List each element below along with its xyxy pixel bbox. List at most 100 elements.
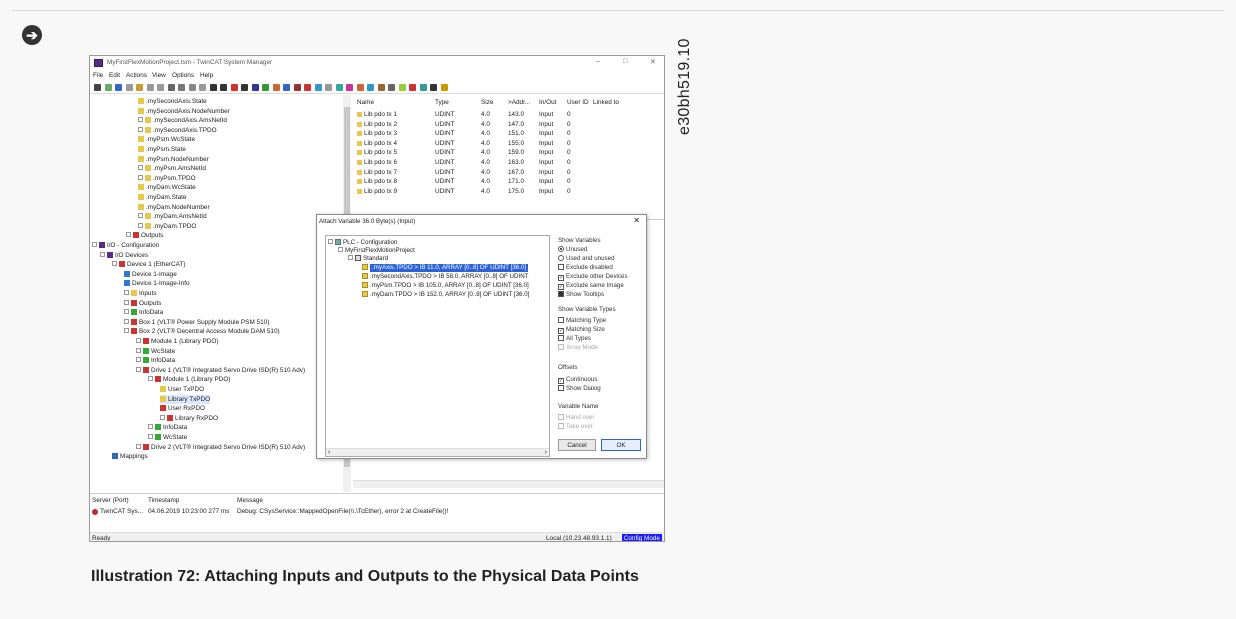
tree-item[interactable]: .myDam.NodeNumber <box>138 203 210 212</box>
checkbox-hand-over[interactable]: Hand over <box>558 414 595 422</box>
menu-file[interactable]: File <box>93 72 103 79</box>
tree-icon[interactable] <box>377 84 385 91</box>
ok-button[interactable]: OK <box>601 439 641 451</box>
new-icon[interactable] <box>94 84 101 91</box>
checkbox-icon[interactable] <box>558 344 564 350</box>
cut-icon[interactable] <box>157 84 164 91</box>
expand-icon[interactable] <box>136 347 141 353</box>
checkbox-icon[interactable] <box>558 423 564 429</box>
tree-node-mydam-tpdo[interactable]: .myDam.TPDO > IB 152.0, ARRAY [0..8] OF … <box>362 291 529 299</box>
expand-icon[interactable] <box>148 376 153 382</box>
tree-item[interactable]: I/O Devices <box>100 251 148 260</box>
expand-icon[interactable] <box>124 290 129 295</box>
grid-header[interactable]: In/Out <box>539 99 556 106</box>
checkbox-matching-type[interactable]: Matching Type <box>558 317 606 325</box>
mode-icon[interactable] <box>314 84 322 91</box>
plc-icon[interactable] <box>419 84 427 91</box>
expand-icon[interactable] <box>138 126 143 132</box>
menu-actions[interactable]: Actions <box>126 72 147 79</box>
grid-row[interactable]: Lib pdo tx 2 UDINT 4.0 147.0 Input 0 <box>353 120 664 129</box>
checkbox-continuous[interactable]: ✓ Continuous <box>558 376 597 384</box>
io-icon[interactable] <box>409 84 416 91</box>
log-icon[interactable] <box>325 84 332 91</box>
collapse-icon[interactable] <box>338 247 343 252</box>
expand-icon[interactable] <box>148 424 153 430</box>
checkmark-icon[interactable]: ✓ <box>558 378 564 384</box>
grid-header[interactable]: Type <box>435 99 449 106</box>
tree-node-myaxis-tpdo[interactable]: .myAxis.TPDO > IB 11.0, ARRAY [0..8] OF … <box>362 264 529 272</box>
grid-row[interactable]: Lib pdo tx 1 UDINT 4.0 143.0 Input 0 <box>353 110 664 119</box>
expand-icon[interactable] <box>136 443 141 449</box>
maximize-button[interactable]: □ <box>623 58 627 65</box>
grid-icon[interactable] <box>388 84 395 91</box>
expand-icon[interactable] <box>138 213 143 219</box>
tree-item[interactable]: Outputs <box>124 299 161 308</box>
reload-icon[interactable] <box>230 84 238 91</box>
grid-row[interactable]: Lib pdo tx 3 UDINT 4.0 151.0 Input 0 <box>353 129 664 138</box>
scroll-left-icon[interactable]: ‹ <box>328 449 330 456</box>
tree-item[interactable]: User TxPDO <box>160 385 204 394</box>
checkbox-take-over[interactable]: Take over <box>558 423 593 431</box>
menu-edit[interactable]: Edit <box>109 72 120 79</box>
check-icon[interactable] <box>251 84 259 91</box>
tree-item[interactable]: Library RxPDO <box>160 414 218 423</box>
print-icon[interactable] <box>136 84 143 91</box>
minimize-button[interactable]: – <box>596 58 600 65</box>
tree-item[interactable]: .myPsm.WcState <box>138 135 195 144</box>
grid-header[interactable]: User ID <box>567 99 589 106</box>
collapse-icon[interactable] <box>348 255 353 260</box>
expand-icon[interactable] <box>124 309 129 315</box>
expand-icon[interactable] <box>148 434 153 439</box>
activate-icon[interactable] <box>241 84 248 91</box>
tree-item[interactable]: Drive 2 (VLT® Integrated Servo Drive ISD… <box>136 443 305 452</box>
tree-item[interactable]: InfoData <box>148 423 187 432</box>
find-next-icon[interactable] <box>220 84 227 91</box>
scan-icon[interactable] <box>283 84 290 91</box>
grid-hscrollbar[interactable] <box>353 480 664 488</box>
open-icon[interactable] <box>104 84 112 91</box>
config-mode-badge[interactable]: Config Mode <box>621 534 662 541</box>
tree-item[interactable]: User RxPDO <box>160 404 205 413</box>
tree-item[interactable]: Drive 1 (VLT® Integrated Servo Drive ISD… <box>136 366 305 375</box>
radio-unused[interactable]: Unused <box>558 246 587 254</box>
dialog-close-button[interactable]: ✕ <box>633 216 640 225</box>
checkbox-filled-icon[interactable] <box>558 291 564 297</box>
settings-icon[interactable] <box>346 84 353 91</box>
help-icon[interactable] <box>440 84 448 91</box>
expand-icon[interactable] <box>138 174 143 180</box>
menu-help[interactable]: Help <box>200 72 213 79</box>
tree-item[interactable]: Mappings <box>112 452 148 461</box>
var-icon[interactable] <box>398 84 406 91</box>
build-icon[interactable] <box>262 84 269 91</box>
radio-icon[interactable] <box>558 255 564 261</box>
cancel-button[interactable]: Cancel <box>558 439 596 451</box>
grid-row[interactable]: Lib pdo tx 7 UDINT 4.0 167.0 Input 0 <box>353 168 664 177</box>
tree-item[interactable]: Device 1-Image-Info <box>124 279 190 288</box>
zoom-icon[interactable] <box>335 84 343 91</box>
watch-icon[interactable] <box>367 84 374 91</box>
tree-item[interactable]: WcState <box>136 347 175 356</box>
checkbox-show-tooltips[interactable]: Show Tooltips <box>558 291 604 299</box>
config-icon[interactable] <box>304 84 311 91</box>
checkbox-show-dialog[interactable]: Show Dialog <box>558 385 601 393</box>
find-icon[interactable] <box>209 84 217 91</box>
expand-icon[interactable] <box>92 242 97 247</box>
tree-item[interactable]: Module 1 (Library PDO) <box>148 375 230 384</box>
expand-icon[interactable] <box>138 165 143 171</box>
paste-icon[interactable] <box>178 84 185 91</box>
checkbox-exclude-disabled[interactable]: Exclude disabled <box>558 264 613 272</box>
tree-item[interactable]: .myDam.TPDO <box>138 222 196 231</box>
tree-node-plc-config[interactable]: PLC - Configuration <box>328 239 397 247</box>
checkbox-exclude-same[interactable]: ✓ Exclude same Image <box>558 282 624 290</box>
tree-item[interactable]: Outputs <box>126 231 163 240</box>
tree-item[interactable]: Box 2 (VLT® Decentral Access Module DAM … <box>124 327 280 336</box>
menu-view[interactable]: View <box>152 72 166 79</box>
tree-item[interactable]: .myPsm.TPDO <box>138 174 196 183</box>
dialog-tree-hscrollbar[interactable]: ‹ › <box>326 448 549 456</box>
grid-header[interactable]: Size <box>481 99 493 106</box>
expand-icon[interactable] <box>138 222 143 228</box>
expand-icon[interactable] <box>126 232 131 238</box>
tree-item[interactable]: I/O - Configuration <box>92 241 159 250</box>
checkbox-all-types[interactable]: All Types <box>558 335 591 343</box>
checkbox-exclude-other[interactable]: ✓ Exclude other Devices <box>558 273 628 281</box>
